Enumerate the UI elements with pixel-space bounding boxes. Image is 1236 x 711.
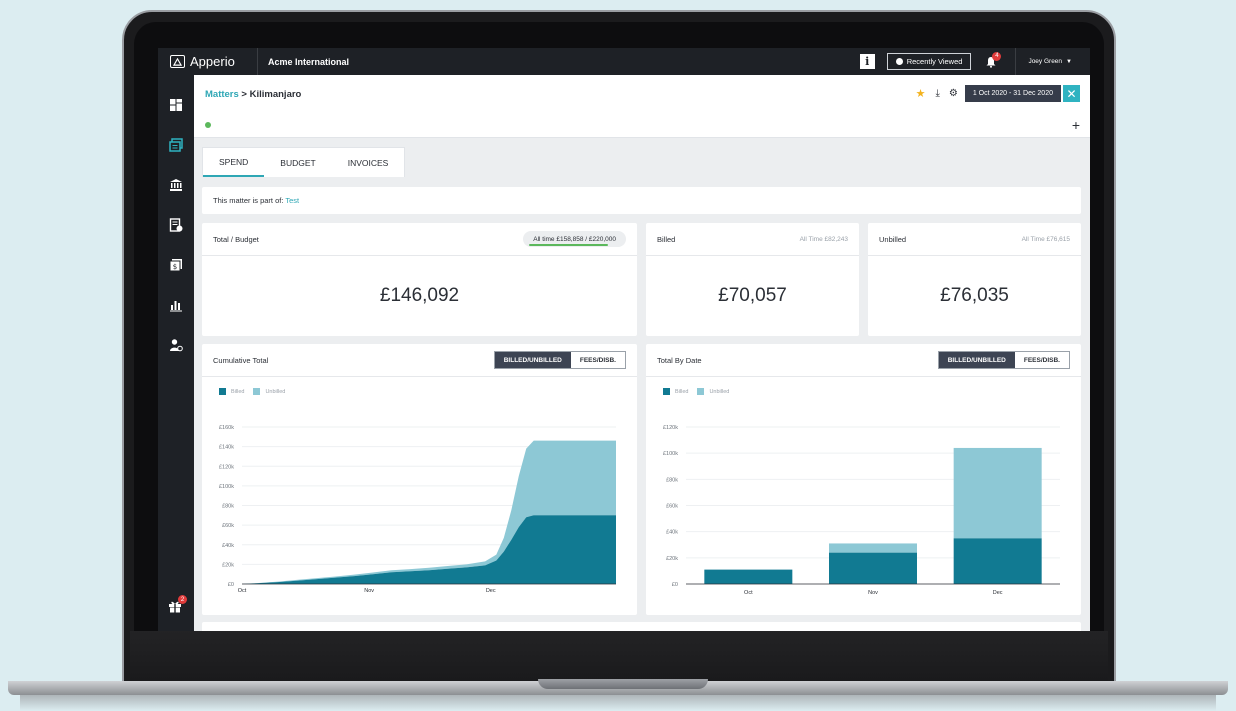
spend-content: This matter is part of: Test Total / Bud… <box>194 177 1090 631</box>
y-tick-label: £80k <box>666 477 678 483</box>
y-tick-label: £100k <box>219 484 234 490</box>
total-budget-title: Total / Budget <box>213 234 259 244</box>
invoice-icon[interactable]: $ <box>168 257 184 273</box>
budget-pill[interactable]: All time £158,858 / £220,000 <box>523 231 626 247</box>
tab-budget[interactable]: BUDGET <box>264 148 331 177</box>
brand[interactable]: Apperio <box>158 48 258 75</box>
y-tick-label: £120k <box>219 464 234 470</box>
unbilled-title: Unbilled <box>879 234 907 244</box>
reports-icon[interactable] <box>168 297 184 313</box>
app-name: Apperio <box>190 54 235 69</box>
budget-progress-bar <box>529 244 609 246</box>
gear-icon[interactable]: ⚙ <box>949 88 958 99</box>
y-tick-label: £20k <box>666 556 678 562</box>
x-tick-label: Oct <box>238 588 247 594</box>
y-tick-label: £140k <box>219 445 234 451</box>
part-of-label: This matter is part of: <box>213 196 286 205</box>
caret-down-icon: ▼ <box>1066 58 1072 65</box>
status-indicator <box>205 122 211 128</box>
breadcrumb-separator: > <box>238 89 250 100</box>
bank-icon[interactable] <box>168 177 184 193</box>
matters-icon[interactable] <box>168 137 184 153</box>
gift-button[interactable]: 2 <box>168 595 187 615</box>
unbilled-card: Unbilled All Time £76,615 £76,035 <box>868 223 1081 336</box>
y-tick-label: £20k <box>222 562 234 568</box>
clear-date-button[interactable]: ✕ <box>1063 85 1080 102</box>
bar-billed <box>704 569 793 584</box>
total-value: £146,092 <box>379 285 460 306</box>
total-by-date-chart: £0 £20k £40k £60k £80k £100k £120k Oct Nov Dec <box>663 425 1060 596</box>
dashboard-icon[interactable] <box>168 97 184 113</box>
bar-billed <box>953 538 1042 584</box>
laptop-notch <box>538 679 708 689</box>
info-button[interactable]: i <box>859 54 875 69</box>
app-screen: Apperio Acme International i Recently Vi… <box>158 48 1090 631</box>
y-tick-label: £120k <box>663 425 678 431</box>
billed-title: Billed <box>657 234 676 244</box>
logo-icon <box>170 55 185 68</box>
x-tick-label: Dec <box>486 588 496 594</box>
x-tick-label: Oct <box>744 590 753 596</box>
user-name: Joey Green <box>1028 58 1063 65</box>
billed-all-time: All Time £82,243 <box>799 235 848 243</box>
cumulative-chart: £0 £20k £40k £60k £80k £100k £120k £140k £160k Oc… <box>219 425 616 594</box>
billing-icon[interactable] <box>168 217 184 233</box>
bar-unbilled <box>829 543 917 553</box>
recently-viewed-label: Recently Viewed <box>906 57 963 66</box>
part-of-banner: This matter is part of: Test <box>202 187 1081 214</box>
budget-pill-label: All time £158,858 / £220,000 <box>533 235 616 243</box>
breadcrumb: Matters > Kilimanjaro <box>205 89 301 100</box>
breadcrumb-matters[interactable]: Matters <box>205 89 239 100</box>
y-tick-label: £0 <box>672 582 678 588</box>
billed-value: £70,057 <box>718 285 787 306</box>
favorite-star-icon[interactable]: ★ <box>916 87 926 100</box>
svg-text:$: $ <box>173 263 177 271</box>
bar-unbilled <box>953 447 1042 539</box>
client-name[interactable]: Acme International <box>268 57 349 67</box>
x-tick-label: Nov <box>868 590 878 596</box>
breadcrumb-current: Kilimanjaro <box>249 89 302 100</box>
notification-count: 4 <box>992 51 1002 61</box>
notifications-button[interactable]: 4 <box>985 51 1002 69</box>
y-tick-label: £0 <box>228 582 234 588</box>
main-area: Matters > Kilimanjaro ★ ⤓ ⚙ 1 Oct 2020 -… <box>194 75 1090 631</box>
tab-invoices[interactable]: INVOICES <box>332 148 405 177</box>
cumulative-chart-card: Cumulative Total BILLED/UNBILLED FEES/DI… <box>202 344 637 615</box>
matter-header: Matters > Kilimanjaro ★ ⤓ ⚙ 1 Oct 2020 -… <box>194 75 1090 138</box>
recently-viewed-button[interactable]: Recently Viewed <box>886 53 972 70</box>
y-tick-label: £60k <box>666 504 678 510</box>
y-tick-label: £40k <box>222 543 234 549</box>
x-tick-label: Dec <box>993 590 1003 596</box>
add-button[interactable]: + <box>1072 117 1080 133</box>
laptop-chin <box>130 631 1108 681</box>
y-tick-label: £80k <box>222 504 234 510</box>
unbilled-value: £76,035 <box>940 285 1009 306</box>
tab-spend[interactable]: SPEND <box>203 148 265 177</box>
y-tick-label: £100k <box>663 451 678 457</box>
user-settings-icon[interactable] <box>168 337 184 353</box>
part-of-link[interactable]: Test <box>285 196 299 205</box>
top-bar: Apperio Acme International i Recently Vi… <box>158 48 1090 75</box>
tab-bar: SPEND BUDGET INVOICES <box>202 147 406 177</box>
y-tick-label: £160k <box>219 425 234 431</box>
y-tick-label: £60k <box>222 523 234 529</box>
bar-billed <box>829 552 917 584</box>
sidebar: $ 2 <box>158 75 194 631</box>
x-tick-label: Nov <box>364 588 374 594</box>
gift-count: 2 <box>178 595 187 604</box>
unbilled-all-time: All Time £76,615 <box>1021 235 1070 243</box>
download-icon[interactable]: ⤓ <box>935 88 939 99</box>
total-budget-card: Total / Budget All time £158,858 / £220,… <box>202 223 637 336</box>
billed-card: Billed All Time £82,243 £70,057 <box>646 223 859 336</box>
next-card <box>202 622 1081 631</box>
user-menu[interactable]: Joey Green ▼ <box>1015 48 1090 75</box>
clock-icon <box>895 58 903 65</box>
y-tick-label: £40k <box>666 530 678 536</box>
total-by-date-card: Total By Date BILLED/UNBILLED FEES/DISB.… <box>646 344 1081 615</box>
date-range-picker[interactable]: 1 Oct 2020 - 31 Dec 2020 <box>964 85 1061 102</box>
